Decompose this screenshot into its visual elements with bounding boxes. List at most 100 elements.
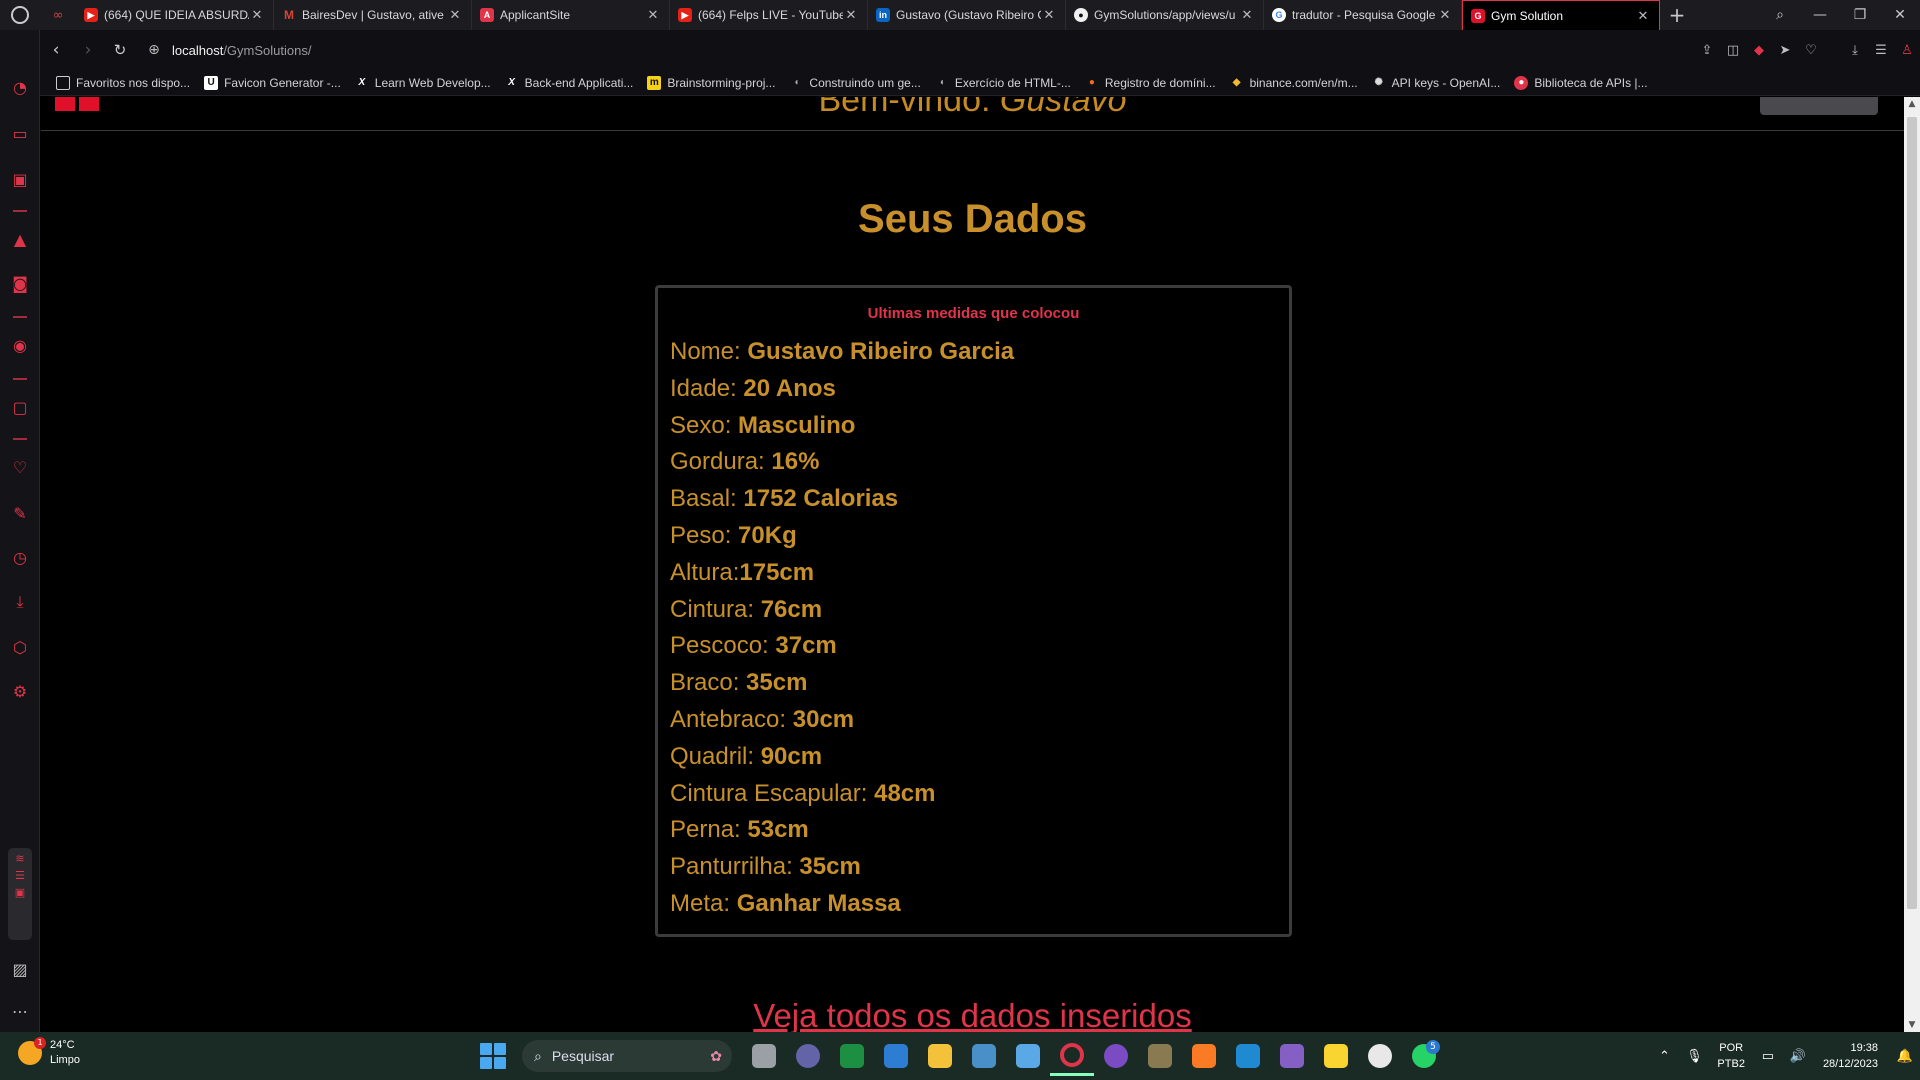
- ram-icon[interactable]: ☰: [8, 869, 32, 882]
- url-field[interactable]: localhost/GymSolutions/: [172, 43, 311, 58]
- cpu-icon[interactable]: ▣: [8, 886, 32, 899]
- workspaces-icon[interactable]: ∞: [40, 0, 76, 30]
- excel-icon[interactable]: [830, 1036, 874, 1076]
- history-icon[interactable]: ◷: [0, 548, 40, 567]
- site-info-icon[interactable]: ⊕: [136, 42, 172, 58]
- tab[interactable]: ▶ (664) QUE IDEIA ABSURDA ✕: [76, 0, 274, 30]
- settings-gear-icon[interactable]: ⚙: [0, 682, 40, 701]
- all-data-link[interactable]: Veja todos os dados inseridos: [41, 997, 1904, 1032]
- send-icon[interactable]: ➤: [1772, 43, 1798, 58]
- weather-widget[interactable]: 1 24°C Limpo: [18, 1037, 80, 1068]
- whatsapp-icon[interactable]: ◉: [0, 336, 40, 355]
- share-icon[interactable]: ⇪: [1694, 43, 1720, 58]
- bookmark-item[interactable]: ✺ API keys - OpenAI...: [1372, 76, 1500, 90]
- bookmark-item[interactable]: X Learn Web Develop...: [355, 76, 490, 90]
- github-desktop-icon[interactable]: [1094, 1036, 1138, 1076]
- network-icon[interactable]: ▭: [1753, 1049, 1783, 1064]
- page-scrollbar[interactable]: ▲ ▼: [1904, 97, 1920, 1032]
- bookmark-item[interactable]: ◆ binance.com/en/m...: [1230, 76, 1358, 90]
- language-indicator[interactable]: POR PTB2: [1717, 1040, 1745, 1072]
- downloads-icon[interactable]: ⤓: [0, 592, 40, 612]
- close-tab-icon[interactable]: ✕: [447, 7, 463, 23]
- snapshot-icon[interactable]: ◫: [1720, 43, 1746, 58]
- tab[interactable]: G tradutor - Pesquisa Google ✕: [1264, 0, 1462, 30]
- close-tab-icon[interactable]: ✕: [1239, 7, 1255, 23]
- chevron-up-icon[interactable]: ⌃: [1649, 1049, 1679, 1064]
- wallet-icon[interactable]: ▣: [0, 170, 40, 189]
- taskbar-search[interactable]: ⌕ Pesquisar ✿: [522, 1040, 732, 1072]
- whatsapp-icon[interactable]: 5: [1402, 1036, 1446, 1076]
- photos-icon[interactable]: [962, 1036, 1006, 1076]
- xampp-icon[interactable]: [1182, 1036, 1226, 1076]
- image-icon[interactable]: ▨: [0, 960, 40, 979]
- pinboard-icon[interactable]: ✎: [0, 504, 40, 523]
- volume-icon[interactable]: 🔊: [1783, 1049, 1813, 1064]
- logout-button[interactable]: [1760, 97, 1878, 115]
- task-view-icon[interactable]: [742, 1036, 786, 1076]
- bookmark-heart-icon[interactable]: ♡: [1798, 43, 1824, 58]
- minimize-icon[interactable]: —: [1800, 7, 1840, 23]
- tab[interactable]: ● GymSolutions/app/views/u ✕: [1066, 0, 1264, 30]
- tab[interactable]: in Gustavo (Gustavo Ribeiro G ✕: [868, 0, 1066, 30]
- windows-start-icon[interactable]: [480, 1043, 506, 1069]
- bookmark-item[interactable]: ◖ Exercício de HTML-...: [935, 76, 1071, 90]
- sticky-notes-icon[interactable]: [1314, 1036, 1358, 1076]
- wallet-crypto-icon[interactable]: ▢: [0, 398, 40, 417]
- shopping-icon[interactable]: ▭: [0, 124, 40, 143]
- microphone-icon[interactable]: 🎙: [1679, 1049, 1709, 1064]
- x-icon: X: [508, 77, 515, 88]
- close-tab-icon[interactable]: ✕: [645, 7, 661, 23]
- profile-icon[interactable]: ♙: [1894, 43, 1920, 58]
- bookmark-item[interactable]: ● Biblioteca de APIs |...: [1514, 75, 1648, 90]
- close-tab-icon[interactable]: ✕: [1437, 7, 1453, 23]
- easy-setup-icon[interactable]: ☰: [1868, 43, 1894, 58]
- bookmark-item[interactable]: U Favicon Generator -...: [204, 75, 341, 90]
- visual-studio-icon[interactable]: [1270, 1036, 1314, 1076]
- aria-icon[interactable]: ▲: [0, 230, 40, 249]
- bookmarks-heart-icon[interactable]: ♡: [0, 458, 40, 477]
- tab[interactable]: M BairesDev | Gustavo, ative ✕: [274, 0, 472, 30]
- close-window-icon[interactable]: ✕: [1880, 7, 1920, 23]
- new-tab-button[interactable]: +: [1660, 3, 1694, 27]
- tab-active[interactable]: G Gym Solution ✕: [1462, 0, 1660, 30]
- scrollbar-thumb[interactable]: [1907, 117, 1917, 909]
- close-tab-icon[interactable]: ✕: [1041, 7, 1057, 23]
- more-icon[interactable]: ⋯: [0, 1002, 40, 1021]
- bookmark-item[interactable]: ◖ Construindo um ge...: [789, 76, 920, 90]
- close-tab-icon[interactable]: ✕: [249, 7, 265, 23]
- teams-chat-icon[interactable]: [786, 1036, 830, 1076]
- gimp-icon[interactable]: [1138, 1036, 1182, 1076]
- scroll-down-icon[interactable]: ▼: [1904, 1020, 1920, 1030]
- clock[interactable]: 19:38 28/12/2023: [1823, 1040, 1878, 1072]
- restore-icon[interactable]: ❐: [1840, 7, 1880, 23]
- back-icon[interactable]: ‹: [40, 40, 72, 60]
- microsoft-store-icon[interactable]: [874, 1036, 918, 1076]
- opera-icon[interactable]: [1050, 1036, 1094, 1076]
- instagram-icon[interactable]: ◙: [0, 274, 40, 293]
- file-explorer-icon[interactable]: [918, 1036, 962, 1076]
- bookmark-item[interactable]: Favoritos nos dispo...: [56, 75, 190, 90]
- vscode-icon[interactable]: [1226, 1036, 1270, 1076]
- close-tab-icon[interactable]: ✕: [843, 7, 859, 23]
- media-player-icon[interactable]: [1358, 1036, 1402, 1076]
- binance-icon: ◆: [1232, 77, 1241, 88]
- forward-icon[interactable]: ›: [72, 40, 104, 60]
- wifi-icon[interactable]: ≋: [8, 852, 32, 865]
- bookmark-item[interactable]: X Back-end Applicati...: [505, 76, 633, 90]
- scroll-up-icon[interactable]: ▲: [1904, 99, 1920, 109]
- opera-sidebar: ◔ ▭ ▣ ▲ ◙ ◉ ▢ ♡ ✎ ◷ ⤓ ⬡ ⚙ ≋ ☰ ▣ ▨ ⋯: [0, 30, 40, 1032]
- notepad-icon[interactable]: [1006, 1036, 1050, 1076]
- adblock-shield-icon[interactable]: ◆: [1746, 43, 1772, 58]
- bookmark-item[interactable]: ● Registro de domíni...: [1085, 76, 1216, 90]
- extensions-icon[interactable]: ⬡: [0, 638, 40, 657]
- reload-icon[interactable]: ↻: [104, 41, 136, 59]
- tab[interactable]: A ApplicantSite ✕: [472, 0, 670, 30]
- download-icon[interactable]: ⤓: [1842, 43, 1868, 58]
- close-tab-icon[interactable]: ✕: [1635, 8, 1651, 24]
- notifications-bell-icon[interactable]: 🔔: [1890, 1049, 1920, 1064]
- speed-dial-icon[interactable]: ◔: [0, 78, 40, 97]
- tab[interactable]: ▶ (664) Felps LIVE - YouTube ✕: [670, 0, 868, 30]
- search-tabs-icon[interactable]: ⌕: [1760, 7, 1800, 23]
- bookmark-item[interactable]: m Brainstorming-proj...: [647, 75, 775, 90]
- opera-menu-icon[interactable]: [0, 0, 40, 30]
